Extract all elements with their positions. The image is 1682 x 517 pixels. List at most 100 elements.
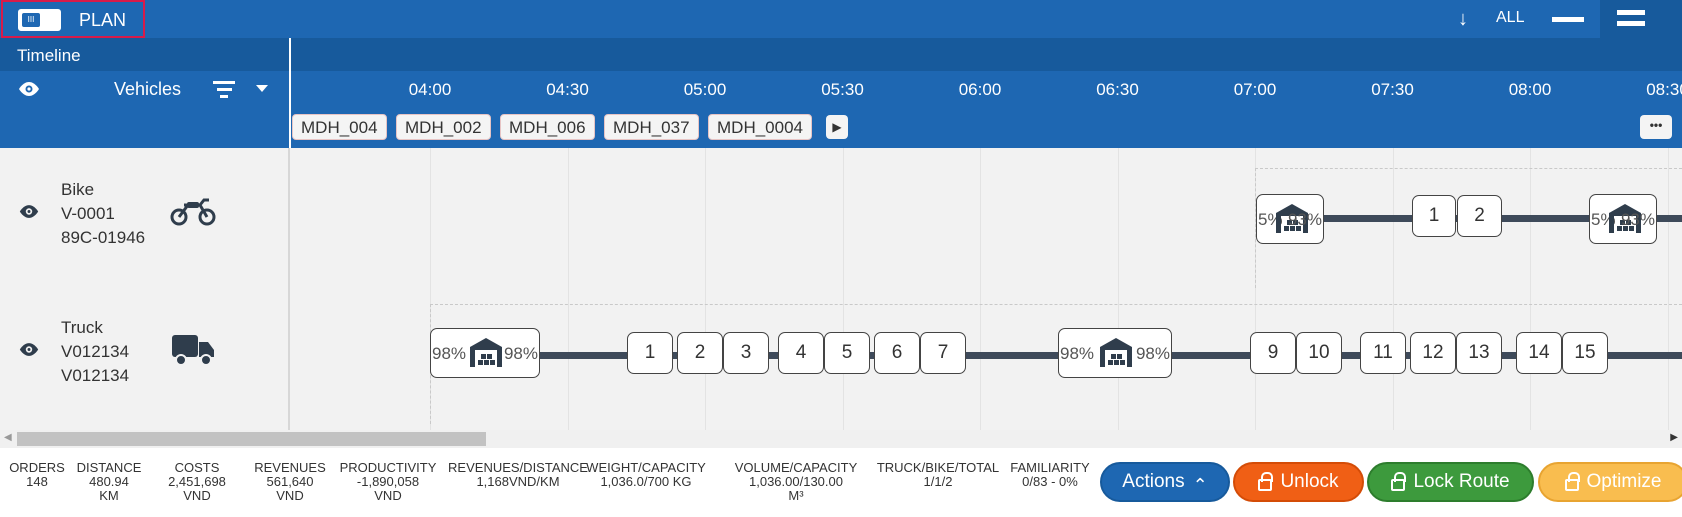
scroll-left-arrow-icon[interactable]: ◀	[4, 432, 12, 443]
stat-value: -1,890,058	[356, 474, 420, 489]
scrollbar-thumb[interactable]	[17, 432, 486, 446]
stat-item: REVENUES/DISTANCE 1,168VND/KM	[448, 461, 588, 489]
menu-bar-icon	[1617, 10, 1645, 15]
motorbike-icon	[170, 196, 216, 231]
stat-item: VOLUME/CAPACITY 1,036.00/130.00 M³	[726, 461, 866, 503]
order-tag[interactable]: MDH_0004	[708, 114, 812, 140]
stop-marker[interactable]: 13	[1456, 332, 1502, 374]
time-tick-label: 05:30	[821, 80, 864, 99]
stop-marker[interactable]: 9	[1250, 332, 1296, 374]
time-tick-label: 07:00	[1233, 80, 1277, 99]
optimize-button[interactable]: Optimize	[1538, 462, 1682, 502]
sort-down-arrow-icon[interactable]: ↓	[1458, 8, 1468, 31]
unlock-button[interactable]: Unlock	[1233, 462, 1364, 502]
warehouse-icon	[470, 338, 502, 367]
horizontal-scrollbar[interactable]: ◀ ▶	[0, 430, 1682, 448]
unlock-label: Unlock	[1280, 471, 1339, 492]
stat-unit: M³	[788, 488, 804, 503]
time-tick-label: 05:00	[683, 80, 727, 99]
unlock-icon	[1258, 472, 1274, 491]
stop-marker[interactable]: 10	[1296, 332, 1342, 374]
depot-marker[interactable]: 98% 98%	[430, 328, 540, 378]
chevron-down-icon[interactable]	[256, 85, 268, 92]
stat-value: 0/83 - 0%	[1022, 474, 1078, 489]
vehicle-info-bike: Bike V-0001 89C-01946	[61, 178, 145, 250]
scroll-right-arrow-icon[interactable]: ▶	[1670, 432, 1678, 443]
order-tag[interactable]: MDH_037	[604, 114, 699, 140]
vehicle-id: V-0001	[61, 204, 115, 223]
stop-marker[interactable]: 2	[1457, 195, 1502, 237]
lock-route-button[interactable]: Lock Route	[1367, 462, 1534, 502]
actions-label: Actions	[1122, 471, 1185, 492]
collapse-minus-icon[interactable]	[1552, 17, 1584, 22]
time-tick-label: 06:00	[958, 80, 1002, 99]
truck-icon	[170, 331, 216, 374]
depot-marker[interactable]: 98% 98%	[1058, 328, 1172, 378]
stat-label: PRODUCTIVITY	[339, 460, 437, 475]
stat-item: PRODUCTIVITY -1,890,058 VND	[318, 461, 458, 503]
stop-marker[interactable]: 6	[874, 332, 920, 374]
tags-next-arrow-icon[interactable]: ▶	[826, 115, 848, 139]
menu-button[interactable]	[1600, 0, 1682, 38]
lock-icon	[1391, 472, 1407, 491]
depot-load-start: 98%	[1060, 344, 1095, 363]
order-tag[interactable]: MDH_006	[500, 114, 595, 140]
top-bar: III PLAN ↓ ALL	[0, 0, 1682, 38]
column-divider	[289, 38, 291, 148]
stop-marker[interactable]: 14	[1516, 332, 1562, 374]
stop-marker[interactable]: 3	[723, 332, 769, 374]
stop-marker[interactable]: 12	[1410, 332, 1456, 374]
stop-marker[interactable]: 2	[677, 332, 723, 374]
stat-label: WEIGHT/CAPACITY	[586, 460, 706, 475]
depot-load-end: 98%	[503, 344, 538, 363]
stop-marker[interactable]: 11	[1360, 332, 1406, 374]
actions-button[interactable]: Actions ⌃	[1100, 462, 1230, 502]
plan-mode-toggle[interactable]: III PLAN	[1, 0, 145, 38]
stat-label: VOLUME/CAPACITY	[734, 460, 858, 475]
optimize-label: Optimize	[1586, 471, 1662, 492]
vehicle-plate: V012134	[61, 366, 130, 385]
stop-marker[interactable]: 15	[1562, 332, 1608, 374]
timeline-title: Timeline	[17, 46, 81, 65]
depot-marker[interactable]: 5% 93%	[1256, 194, 1324, 244]
stop-marker[interactable]: 1	[627, 332, 673, 374]
more-options-button[interactable]: •••	[1640, 115, 1672, 139]
vehicles-header-row: Vehicles 04:00 04:30 05:00 05:30 06:00 06:30 0…	[0, 71, 1682, 106]
time-tick-label: 04:00	[408, 80, 452, 99]
visibility-eye-icon[interactable]	[17, 81, 41, 102]
order-tag[interactable]: MDH_002	[396, 114, 491, 140]
timeline-header: Timeline	[0, 38, 1682, 71]
time-tick-label: 04:30	[546, 80, 589, 99]
time-tick-label: 08:00	[1508, 80, 1552, 99]
stat-item: FAMILIARITY 0/83 - 0%	[980, 461, 1120, 489]
vehicle-visibility-eye-icon[interactable]	[18, 203, 40, 224]
stat-value: 1,036.0/700 KG	[600, 474, 692, 489]
vehicle-plate: 89C-01946	[61, 228, 146, 247]
order-tag[interactable]: MDH_004	[292, 114, 387, 140]
depot-load-end: 93%	[1620, 210, 1655, 229]
stat-unit: VND	[374, 488, 402, 503]
order-tags-row: MDH_004 MDH_002 MDH_006 MDH_037 MDH_0004 ▶ •…	[0, 106, 1682, 148]
stop-marker[interactable]: 7	[920, 332, 966, 374]
plan-label: PLAN	[79, 10, 127, 30]
stat-item: WEIGHT/CAPACITY 1,036.0/700 KG	[576, 461, 716, 489]
filter-all-label[interactable]: ALL	[1496, 9, 1524, 27]
time-tick-label: 07:30	[1371, 80, 1414, 99]
stop-marker[interactable]: 5	[824, 332, 870, 374]
depot-marker[interactable]: 5% 93%	[1589, 194, 1657, 244]
vehicle-id: V012134	[61, 342, 130, 361]
vehicle-visibility-eye-icon[interactable]	[18, 341, 40, 362]
toggle-switch[interactable]: III	[18, 9, 61, 31]
stat-label: REVENUES/DISTANCE	[448, 460, 588, 475]
depot-load-end: 98%	[1135, 344, 1170, 363]
vehicle-type: Truck	[61, 318, 103, 337]
stop-marker[interactable]: 4	[778, 332, 824, 374]
depot-load-end: 93%	[1287, 210, 1322, 229]
stop-marker[interactable]: 1	[1412, 195, 1456, 237]
time-tick-label: 08:30	[1646, 80, 1682, 99]
filter-icon[interactable]	[212, 81, 236, 102]
menu-bar-icon	[1617, 21, 1645, 26]
gantt-body: Bike V-0001 89C-01946 Truck V012134 V012…	[0, 148, 1682, 430]
chevron-up-icon: ⌃	[1192, 474, 1208, 495]
vehicle-info-truck: Truck V012134 V012134	[61, 316, 129, 388]
